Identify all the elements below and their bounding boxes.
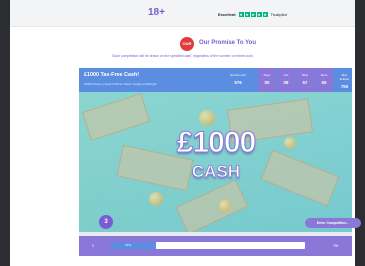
competition-title[interactable]: £1000 Tax-Free Cash! [84, 72, 139, 78]
page: 18+ Excellent ★ ★ ★ ★ ★ Trustpilot OUR O… [10, 0, 361, 266]
countdown-label: Secs [320, 73, 328, 77]
star-icon: ★ [244, 11, 250, 17]
countdown-label: Mins [301, 73, 309, 77]
competition-header: £1000 Tax-Free Cash! £1000 Ready to Spen… [79, 68, 352, 92]
ticket-count-badge[interactable]: 3 [99, 215, 113, 229]
countdown-value: 08 [283, 80, 289, 85]
banknote-decoration [81, 93, 151, 141]
star-icon: ★ [262, 11, 268, 17]
age-restriction-badge: 18+ [148, 7, 165, 18]
progress-fill: 23% [111, 242, 156, 249]
top-bar: 18+ Excellent ★ ★ ★ ★ ★ Trustpilot [10, 0, 355, 27]
max-entries-label: Max Entries [339, 73, 350, 81]
trustpilot-brand: Trustpilot [270, 11, 287, 17]
countdown-value: 55 [321, 80, 327, 85]
hero-amount-text: £1000 [176, 126, 256, 160]
coin-decoration [199, 110, 215, 126]
trustpilot-stars: ★ ★ ★ ★ ★ [238, 11, 268, 17]
promise-title: Our Promise To You [199, 40, 257, 46]
competition-card: £1000 Tax-Free Cash! £1000 Ready to Spen… [79, 68, 361, 256]
coin-decoration [284, 137, 296, 149]
trustpilot-widget[interactable]: Excellent ★ ★ ★ ★ ★ Trustpilot [218, 10, 287, 18]
countdown-label: Hrs [283, 73, 289, 77]
coin-decoration [149, 192, 163, 206]
star-icon: ★ [256, 11, 262, 17]
countdown-label: Days [263, 73, 271, 77]
entries-left-value: 576 [234, 80, 242, 85]
trustpilot-rating-label: Excellent [218, 11, 236, 17]
promise-subtitle: Each competition will be drawn on the sp… [112, 54, 253, 58]
entries-progress: 0 23% 750 [79, 236, 352, 256]
progress-max: 750 [333, 244, 339, 248]
entries-left-label: Entries Left [230, 73, 246, 77]
hero-cash-text: CASH [191, 162, 241, 182]
countdown-seconds: Secs 55 [315, 68, 333, 92]
progress-track: 23% [111, 242, 305, 249]
max-entries-value: 750 [340, 84, 349, 89]
countdown-value: 57 [302, 80, 308, 85]
entries-left: Entries Left 576 [220, 68, 256, 92]
countdown-hours: Hrs 08 [277, 68, 295, 92]
banknote-decoration [260, 149, 340, 207]
coin-decoration [219, 200, 231, 212]
competition-description: £1000 Ready to Spend! Winner Drawn Tonig… [84, 82, 157, 86]
enter-competition-button[interactable]: Enter Competition... [305, 218, 361, 228]
star-icon: ★ [250, 11, 256, 17]
star-icon: ★ [238, 11, 244, 17]
max-entries: Max Entries 750 [337, 68, 352, 92]
competition-image[interactable]: £1000 CASH [79, 92, 352, 232]
countdown-value: 00 [264, 80, 270, 85]
countdown-minutes: Mins 57 [296, 68, 314, 92]
countdown-days: Days 00 [258, 68, 276, 92]
promise-seal-icon: OUR [180, 37, 194, 51]
progress-percent: 23% [125, 243, 132, 247]
progress-min: 0 [92, 244, 94, 248]
